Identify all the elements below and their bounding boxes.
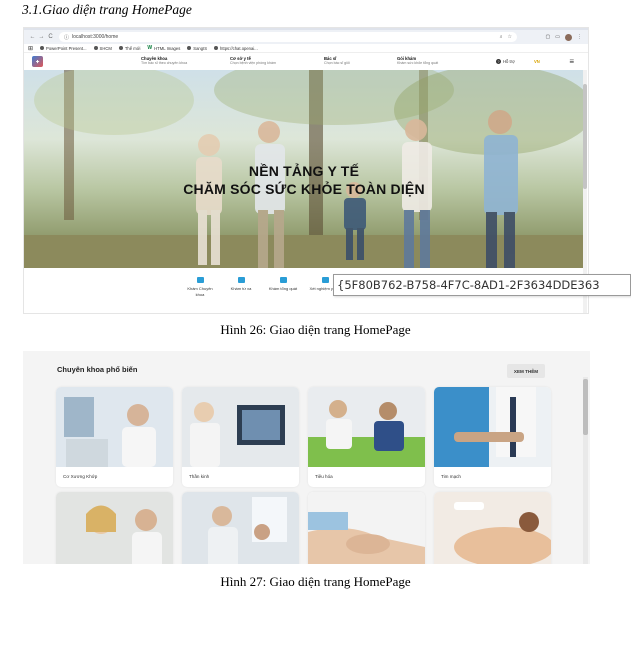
scrollbar-thumb[interactable] xyxy=(583,84,587,189)
service-remote[interactable]: Khám từ xa xyxy=(225,277,257,292)
globe-icon xyxy=(187,46,192,50)
page-scrollbar[interactable] xyxy=(583,377,588,564)
zoom-icon[interactable]: ⌕ xyxy=(500,34,503,40)
bookmark-item[interactable]: Thế mới xyxy=(118,46,140,51)
menu-item-facility[interactable]: Cơ sở y tế Chọn bệnh viện phòng khám xyxy=(230,56,276,66)
figure-caption-26: Hình 26: Giao diện trang HomePage xyxy=(220,322,411,337)
specialty-card[interactable] xyxy=(56,492,173,564)
bookmark-star-icon[interactable]: ☆ xyxy=(508,34,512,40)
guid-tooltip: {5F80B762-B758-4F7C-8AD1-2F3634DDE363 xyxy=(333,274,631,296)
back-icon[interactable]: ← xyxy=(28,34,37,40)
address-bar[interactable]: ⓘ localhost:3000/home ⌕ ☆ xyxy=(59,32,517,42)
hamburger-menu-icon[interactable]: ≡ xyxy=(569,57,574,66)
specialty-photo xyxy=(308,492,425,564)
specialty-photo xyxy=(182,492,299,564)
specialty-card[interactable] xyxy=(308,492,425,564)
globe-icon xyxy=(93,46,98,50)
bookmark-item[interactable]: W HTML Images xyxy=(147,45,180,51)
specialty-label: Tim mạch xyxy=(441,474,461,479)
bookmark-item[interactable]: PowerPoint Present... xyxy=(40,46,87,51)
extensions-icon[interactable]: ▢ xyxy=(546,34,551,41)
checkup-icon xyxy=(279,277,287,283)
specialty-photo xyxy=(434,387,551,467)
popular-specialties-title: Chuyên khoa phổ biến xyxy=(57,365,138,374)
specialty-card[interactable] xyxy=(434,492,551,564)
sidebar-icon[interactable]: ▭ xyxy=(555,34,560,41)
lab-icon xyxy=(321,277,329,283)
menu-item-package[interactable]: Gói khám Khám sức khỏe tổng quát xyxy=(397,56,438,66)
specialty-card[interactable]: Tiêu hóa xyxy=(308,387,425,487)
service-specialty[interactable]: Khám Chuyên khoa xyxy=(184,277,216,298)
globe-icon xyxy=(214,46,219,50)
specialty-photo xyxy=(56,387,173,467)
section-heading: 3.1.Giao diện trang HomePage xyxy=(22,2,192,17)
forward-icon[interactable]: → xyxy=(37,34,46,40)
hero-banner: NỀN TẢNG Y TẾ CHĂM SÓC SỨC KHỎE TOÀN DIỆ… xyxy=(24,70,584,268)
specialty-label: Thần kinh xyxy=(189,474,210,479)
specialty-photo xyxy=(182,387,299,467)
specialty-card[interactable] xyxy=(182,492,299,564)
site-info-icon[interactable]: ⓘ xyxy=(64,34,69,41)
reload-icon[interactable]: C xyxy=(46,34,55,40)
w-icon: W xyxy=(147,45,153,51)
grid-icon[interactable]: ⊞ xyxy=(28,45,33,52)
browser-toolbar: ← → C ⓘ localhost:3000/home ⌕ ☆ ▢ ▭ ⋮ xyxy=(24,30,588,44)
bookmark-item[interactable]: https://chat.openai... xyxy=(214,46,258,51)
specialty-card[interactable]: Cơ Xương Khớp xyxy=(56,387,173,487)
homepage-screenshot-2: Chuyên khoa phổ biến XEM THÊM Cơ Xương K… xyxy=(23,351,590,564)
hero-title-line-1: NỀN TẢNG Y TẾ xyxy=(248,163,360,179)
help-link[interactable]: ? Hỗ trợ xyxy=(496,59,515,64)
hero-title-line-2: CHĂM SÓC SỨC KHỎE TOÀN DIỆN xyxy=(183,181,425,197)
specialty-card[interactable]: Tim mạch xyxy=(434,387,551,487)
hospital-icon xyxy=(196,277,204,283)
specialty-photo xyxy=(434,492,551,564)
specialty-card[interactable]: Thần kinh xyxy=(182,387,299,487)
specialty-photo xyxy=(56,492,173,564)
question-icon: ? xyxy=(496,59,501,64)
address-url: localhost:3000/home xyxy=(72,34,119,40)
site-header: ✚ Chuyên khoa Tìm bác sĩ theo chuyên khoa… xyxy=(24,53,588,70)
service-general[interactable]: Khám tổng quát xyxy=(267,277,299,292)
menu-item-doctor[interactable]: Bác sĩ Chọn bác sĩ giỏi xyxy=(324,56,350,66)
bookmarks-bar: ⊞ PowerPoint Present... SHCM Thế mới W HT… xyxy=(24,44,588,53)
figure-caption-27: Hình 27: Giao diện trang HomePage xyxy=(220,574,411,589)
bookmark-item[interactable]: SangIS xyxy=(187,46,207,51)
specialty-photo xyxy=(308,387,425,467)
specialty-label: Cơ Xương Khớp xyxy=(63,474,98,479)
scrollbar-thumb[interactable] xyxy=(583,379,588,435)
menu-item-specialty[interactable]: Chuyên khoa Tìm bác sĩ theo chuyên khoa xyxy=(141,56,187,66)
globe-icon xyxy=(40,46,45,50)
bookmark-item[interactable]: SHCM xyxy=(93,46,112,51)
globe-icon xyxy=(118,46,123,50)
site-logo[interactable]: ✚ xyxy=(32,56,43,67)
see-more-button[interactable]: XEM THÊM xyxy=(507,364,545,378)
phone-icon xyxy=(237,277,245,283)
profile-avatar[interactable] xyxy=(565,33,572,41)
language-switch[interactable]: VN xyxy=(534,59,540,64)
browser-menu-icon[interactable]: ⋮ xyxy=(577,34,582,41)
specialty-label: Tiêu hóa xyxy=(315,474,333,479)
homepage-screenshot-1: ← → C ⓘ localhost:3000/home ⌕ ☆ ▢ ▭ ⋮ ⊞ … xyxy=(23,27,589,314)
